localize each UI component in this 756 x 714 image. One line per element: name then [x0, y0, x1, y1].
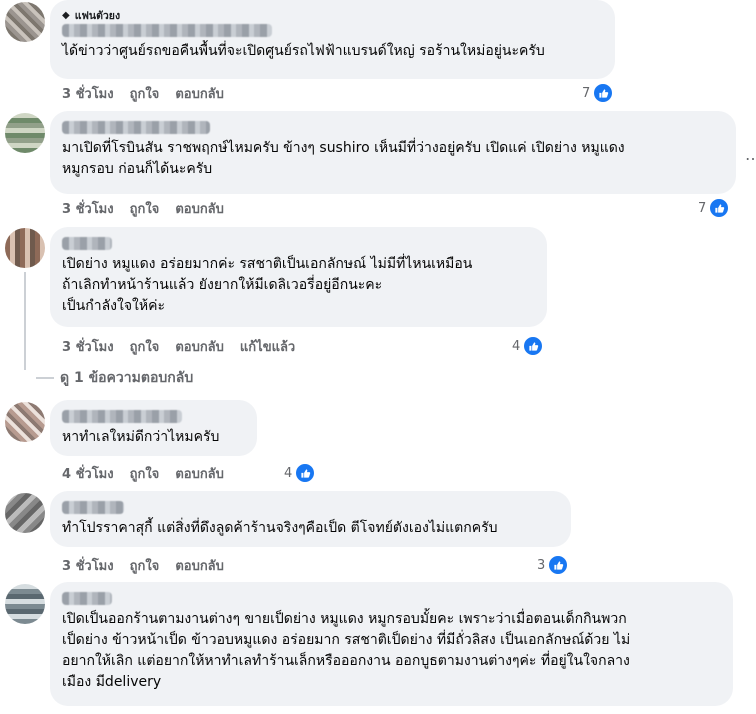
- comment-bubble: มาเปิดที่โรบินสัน ราชพฤกษ์ไหมครับ ข้างๆ …: [50, 111, 736, 194]
- comment-text: เปิดย่าง หมูแดง อร่อยมากค่ะ รสชาติเป็นเอ…: [62, 256, 473, 314]
- comment-text: ได้ข่าวว่าศูนย์รถขอคืนพื้นที่จะเปิดศูนย์…: [62, 43, 545, 59]
- avatar[interactable]: [5, 113, 45, 153]
- timestamp[interactable]: 3 ชั่วโมง: [62, 336, 114, 357]
- comment-bubble: ◆ แฟนตัวยง ได้ข่าวว่าศูนย์รถขอคืนพื้นที่…: [50, 0, 615, 79]
- reaction-count[interactable]: 3: [537, 555, 569, 575]
- like-icon: [709, 198, 730, 218]
- like-button[interactable]: ถูกใจ: [130, 83, 160, 104]
- reply-connector-line: [36, 377, 54, 379]
- like-button[interactable]: ถูกใจ: [130, 555, 160, 576]
- commenter-name-blurred[interactable]: [62, 237, 112, 250]
- like-button[interactable]: ถูกใจ: [130, 336, 160, 357]
- reaction-count[interactable]: 7: [698, 198, 730, 218]
- reaction-count[interactable]: 4: [284, 463, 316, 483]
- reply-button[interactable]: ตอบกลับ: [175, 198, 224, 219]
- thread-line: [24, 272, 26, 370]
- comment-actions: 3 ชั่วโมง ถูกใจ ตอบกลับ: [62, 84, 224, 102]
- timestamp[interactable]: 3 ชั่วโมง: [62, 198, 114, 219]
- like-icon: [295, 463, 316, 483]
- comment-actions: 3 ชั่วโมง ถูกใจ ตอบกลับ แก้ไขแล้ว: [62, 337, 295, 355]
- badge-label: แฟนตัวยง: [74, 9, 121, 22]
- comment-bubble: เปิดย่าง หมูแดง อร่อยมากค่ะ รสชาติเป็นเอ…: [50, 227, 547, 327]
- avatar[interactable]: [5, 402, 45, 442]
- diamond-icon: ◆: [62, 9, 70, 21]
- timestamp[interactable]: 4 ชั่วโมง: [62, 463, 114, 484]
- comment-text: เปิดเป็นออกร้านตามงานต่างๆ ขายเป็ดย่าง ห…: [62, 611, 631, 690]
- comment-text: หาทำเลใหม่ดีกว่าไหมครับ: [62, 429, 220, 445]
- reaction-number: 4: [512, 338, 521, 354]
- commenter-name-blurred[interactable]: [62, 121, 210, 134]
- edited-label: แก้ไขแล้ว: [239, 339, 296, 355]
- comment-actions: 3 ชั่วโมง ถูกใจ ตอบกลับ: [62, 199, 224, 217]
- comment-text: ทำโปรราคาสุกี้ แต่สิ่งที่ดึงลูดค้าร้านจร…: [62, 520, 498, 536]
- fan-badge: ◆ แฟนตัวยง: [62, 8, 603, 22]
- reaction-number: 7: [698, 200, 707, 216]
- reaction-number: 7: [582, 85, 591, 101]
- reaction-count[interactable]: 7: [582, 83, 614, 103]
- reaction-number: 4: [284, 465, 293, 481]
- commenter-name-blurred[interactable]: [62, 501, 124, 514]
- like-button[interactable]: ถูกใจ: [130, 198, 160, 219]
- more-options-icon[interactable]: …: [745, 145, 756, 164]
- reply-button[interactable]: ตอบกลับ: [175, 336, 224, 357]
- reply-button[interactable]: ตอบกลับ: [175, 463, 224, 484]
- avatar[interactable]: [5, 584, 45, 624]
- comment-actions: 3 ชั่วโมง ถูกใจ ตอบกลับ: [62, 556, 224, 574]
- commenter-name-blurred[interactable]: [62, 410, 182, 423]
- like-icon: [523, 336, 544, 356]
- avatar[interactable]: [5, 2, 45, 42]
- commenter-name-blurred[interactable]: [62, 24, 272, 37]
- cutoff-strip: [0, 706, 756, 714]
- comment-actions: 4 ชั่วโมง ถูกใจ ตอบกลับ: [62, 464, 224, 482]
- like-button[interactable]: ถูกใจ: [130, 463, 160, 484]
- avatar[interactable]: [5, 493, 45, 533]
- timestamp[interactable]: 3 ชั่วโมง: [62, 555, 114, 576]
- reply-button[interactable]: ตอบกลับ: [175, 83, 224, 104]
- comment-bubble: เปิดเป็นออกร้านตามงานต่างๆ ขายเป็ดย่าง ห…: [50, 582, 733, 706]
- reaction-number: 3: [537, 557, 546, 573]
- comment-text: มาเปิดที่โรบินสัน ราชพฤกษ์ไหมครับ ข้างๆ …: [62, 140, 625, 177]
- like-icon: [548, 555, 569, 575]
- comment-bubble: ทำโปรราคาสุกี้ แต่สิ่งที่ดึงลูดค้าร้านจร…: [50, 491, 571, 547]
- avatar[interactable]: [5, 228, 45, 268]
- view-replies-label: ดู 1 ข้อความตอบกลับ: [60, 370, 194, 386]
- reaction-count[interactable]: 4: [512, 336, 544, 356]
- timestamp[interactable]: 3 ชั่วโมง: [62, 83, 114, 104]
- comment-bubble: หาทำเลใหม่ดีกว่าไหมครับ: [50, 400, 257, 456]
- like-icon: [593, 83, 614, 103]
- reply-button[interactable]: ตอบกลับ: [175, 555, 224, 576]
- view-replies-link[interactable]: ดู 1 ข้อความตอบกลับ: [36, 367, 194, 389]
- commenter-name-blurred[interactable]: [62, 592, 112, 605]
